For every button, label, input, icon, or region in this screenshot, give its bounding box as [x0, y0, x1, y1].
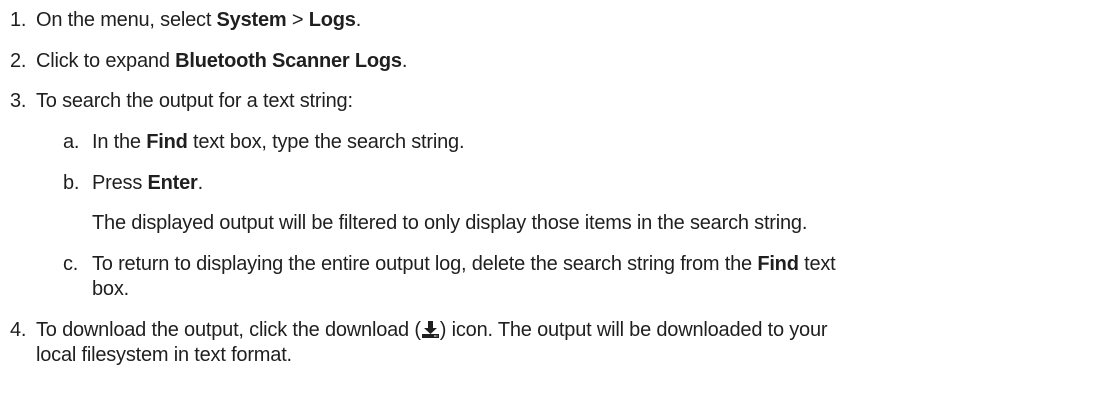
enter-label: Enter: [147, 172, 198, 194]
bluetooth-scanner-logs-label: Bluetooth Scanner Logs: [175, 50, 402, 72]
find-label: Find: [146, 131, 188, 153]
substep-c-letter: c.: [63, 253, 79, 275]
menu-system-label: System: [216, 9, 287, 31]
substep-a-letter: a.: [63, 131, 80, 153]
instructions-document: 1. On the menu, select System > Logs. 2.…: [0, 0, 1109, 393]
step-3-number: 3.: [10, 90, 27, 112]
find-label-2: Find: [757, 253, 799, 275]
substep-b-note: The displayed output will be filtered to…: [92, 212, 808, 234]
substep-c-continuation: box.: [92, 278, 130, 300]
step-2-number: 2.: [10, 50, 27, 72]
menu-logs-label: Logs: [308, 9, 356, 31]
substep-c-text: To return to displaying the entire outpu…: [92, 253, 836, 275]
substep-a-text: In the Find text box, type the search st…: [92, 131, 465, 153]
download-icon: [421, 320, 440, 339]
substep-b-letter: b.: [63, 172, 80, 194]
step-3-text: To search the output for a text string:: [36, 90, 353, 112]
step-1-number: 1.: [10, 9, 27, 31]
step-4-text: To download the output, click the downlo…: [36, 319, 828, 341]
substep-b-text: Press Enter.: [92, 172, 203, 194]
step-2-text: Click to expand Bluetooth Scanner Logs.: [36, 50, 408, 72]
step-1-text: On the menu, select System > Logs.: [36, 9, 362, 31]
step-4-continuation: local filesystem in text format.: [36, 344, 292, 366]
step-4-number: 4.: [10, 319, 27, 341]
